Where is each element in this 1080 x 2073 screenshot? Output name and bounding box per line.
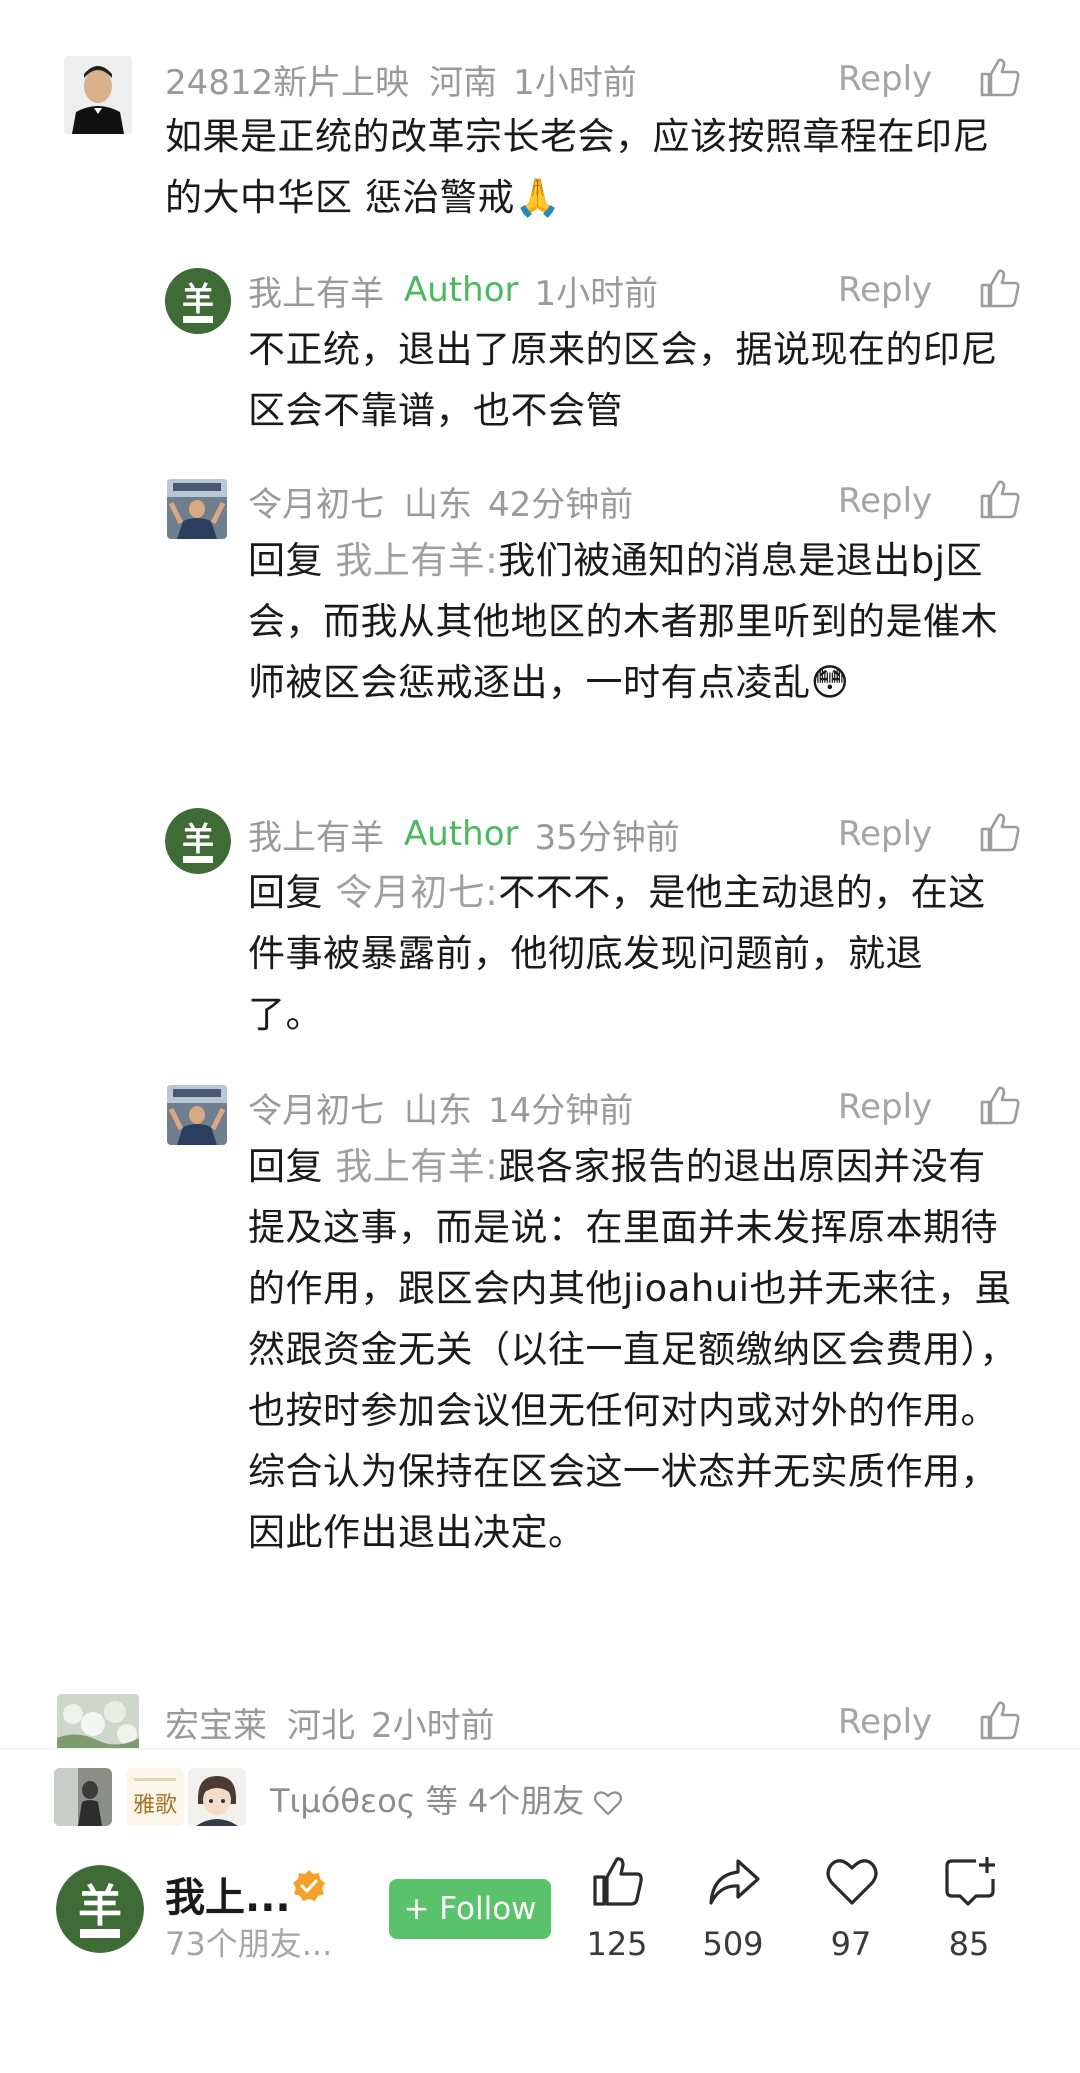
reply-button[interactable]: Reply — [838, 479, 932, 523]
comment-list: 24812新片上映 河南 1小时前 Reply 如果是正统的改革宗长老会，应该按… — [0, 0, 1080, 1748]
comment-time: 1小时前 — [513, 62, 637, 103]
comment-plus-icon — [945, 1857, 995, 1906]
heart-icon — [594, 1791, 623, 1816]
comment-meta: 24812新片上映 河南 1小时前 — [165, 55, 637, 104]
comment-time: 2小时前 — [371, 1705, 495, 1746]
reply-button[interactable]: Reply — [838, 1700, 932, 1744]
thumb-up-icon[interactable] — [978, 810, 1022, 854]
comment-action[interactable]: 85 — [924, 1853, 1014, 1983]
comment-meta: 令月初七 山东 42分钟前 — [248, 477, 634, 526]
reply-prefix: 回复 — [248, 871, 323, 914]
thumb-up-icon[interactable] — [978, 1698, 1022, 1742]
comment-time: 14分钟前 — [488, 1090, 634, 1131]
comment-meta: 宏宝莱 河北 2小时前 — [165, 1698, 495, 1747]
user-avatar[interactable] — [57, 1694, 139, 1748]
comment-author-name[interactable]: 宏宝莱 — [165, 1698, 267, 1747]
svg-text:羊: 羊 — [78, 1881, 122, 1932]
comment-region: 河北 — [287, 1705, 355, 1746]
reply-target-name[interactable]: 令月初七: — [335, 871, 498, 914]
like-action[interactable]: 125 — [572, 1853, 662, 1983]
heart-count: 97 — [830, 1925, 872, 1963]
reply-button[interactable]: Reply — [838, 268, 932, 312]
thumb-up-icon — [593, 1857, 643, 1906]
reply-target-name[interactable]: 我上有羊: — [335, 539, 498, 582]
friends-liked-row[interactable]: 雅歌 Τιμόθεος 等 4个朋友 — [0, 1768, 1080, 1834]
comment-text: 回复 我上有羊:跟各家报告的退出原因并没有提及这事，而是说：在里面并未发挥原本期… — [248, 1136, 1018, 1563]
friends-liked-text[interactable]: Τιμόθεος 等 4个朋友 — [270, 1776, 623, 1822]
comment-region: 河南 — [429, 62, 498, 103]
comment-author-name[interactable]: 24812新片上映 — [165, 55, 409, 104]
author-avatar[interactable]: 羊 — [165, 808, 231, 874]
comment-text: 如果是正统的改革宗长老会，应该按照章程在印尼的大中华区 惩治警戒🙏 — [165, 115, 990, 219]
comment-author-name[interactable]: 我上有羊 — [248, 810, 384, 859]
comment-time: 1小时前 — [534, 273, 659, 314]
reply-target-name[interactable]: 我上有羊: — [335, 1145, 498, 1188]
reply-button[interactable]: Reply — [838, 1085, 932, 1129]
reply-prefix: 回复 — [248, 1145, 323, 1188]
reply-button[interactable]: Reply — [838, 57, 932, 101]
heart-icon — [826, 1859, 878, 1905]
author-avatar[interactable]: 羊 — [165, 268, 231, 334]
comment-time: 35分钟前 — [534, 817, 680, 858]
comment-meta: 我上有羊 Author 1小时前 — [248, 266, 659, 315]
comment-text: 不正统，退出了原来的区会，据说现在的印尼区会不靠谱，也不会管 — [248, 328, 998, 432]
thumb-up-icon[interactable] — [978, 266, 1022, 310]
thumb-up-icon[interactable] — [978, 1083, 1022, 1127]
thumb-up-icon[interactable] — [978, 55, 1022, 99]
svg-text:羊: 羊 — [182, 280, 214, 318]
comment-text: 回复 我上有羊:我们被通知的消息是退出bj区会，而我从其他地区的木者那里听到的是… — [248, 530, 1018, 713]
svg-text:羊: 羊 — [182, 820, 214, 858]
article-action-bar: 羊 我上... 73个朋友... + Follow 125 509 97 85 — [0, 1845, 1080, 1995]
comment-meta: 我上有羊 Author 35分钟前 — [248, 810, 680, 859]
comment-region: 山东 — [404, 484, 472, 525]
friend-avatar-text: 雅歌 — [133, 1793, 177, 1818]
comment-meta: 令月初七 山东 14分钟前 — [248, 1083, 634, 1132]
author-name[interactable]: 我上... — [165, 1865, 291, 1923]
comment-region: 山东 — [404, 1090, 472, 1131]
comment-author-name[interactable]: 我上有羊 — [248, 266, 384, 315]
user-avatar[interactable] — [64, 56, 132, 134]
share-action[interactable]: 509 — [688, 1853, 778, 1983]
reply-prefix: 回复 — [248, 539, 323, 582]
friends-liked-label: Τιμόθεος 等 4个朋友 — [270, 1782, 585, 1820]
comment-text-body: 跟各家报告的退出原因并没有提及这事，而是说：在里面并未发挥原本期待的作用，跟区会… — [248, 1145, 1017, 1554]
comment-count: 85 — [948, 1925, 990, 1963]
friend-avatar[interactable] — [54, 1768, 112, 1826]
comment-text: 回复 令月初七:不不不，是他主动退的，在这件事被暴露前，他彻底发现问题前，就退了… — [248, 862, 988, 1045]
like-count: 125 — [586, 1925, 648, 1963]
comment-time: 42分钟前 — [488, 484, 634, 525]
friend-avatar[interactable] — [188, 1768, 246, 1826]
user-avatar[interactable] — [167, 1085, 227, 1145]
reply-button[interactable]: Reply — [838, 812, 932, 856]
comment-author-name[interactable]: 令月初七 — [248, 1083, 384, 1132]
follow-button[interactable]: + Follow — [389, 1879, 551, 1939]
share-icon — [709, 1859, 760, 1905]
author-avatar[interactable]: 羊 — [56, 1865, 144, 1953]
author-tag: Author — [404, 814, 519, 854]
friend-avatar[interactable]: 雅歌 — [126, 1768, 184, 1826]
comment-author-name[interactable]: 令月初七 — [248, 477, 384, 526]
bottom-divider — [0, 1748, 1080, 1749]
author-friends-count: 73个朋友... — [165, 1925, 333, 1963]
author-tag: Author — [404, 270, 519, 310]
share-count: 509 — [702, 1925, 764, 1963]
verified-icon — [293, 1870, 325, 1901]
user-avatar[interactable] — [167, 479, 227, 539]
heart-action[interactable]: 97 — [806, 1853, 896, 1983]
thumb-up-icon[interactable] — [978, 477, 1022, 521]
